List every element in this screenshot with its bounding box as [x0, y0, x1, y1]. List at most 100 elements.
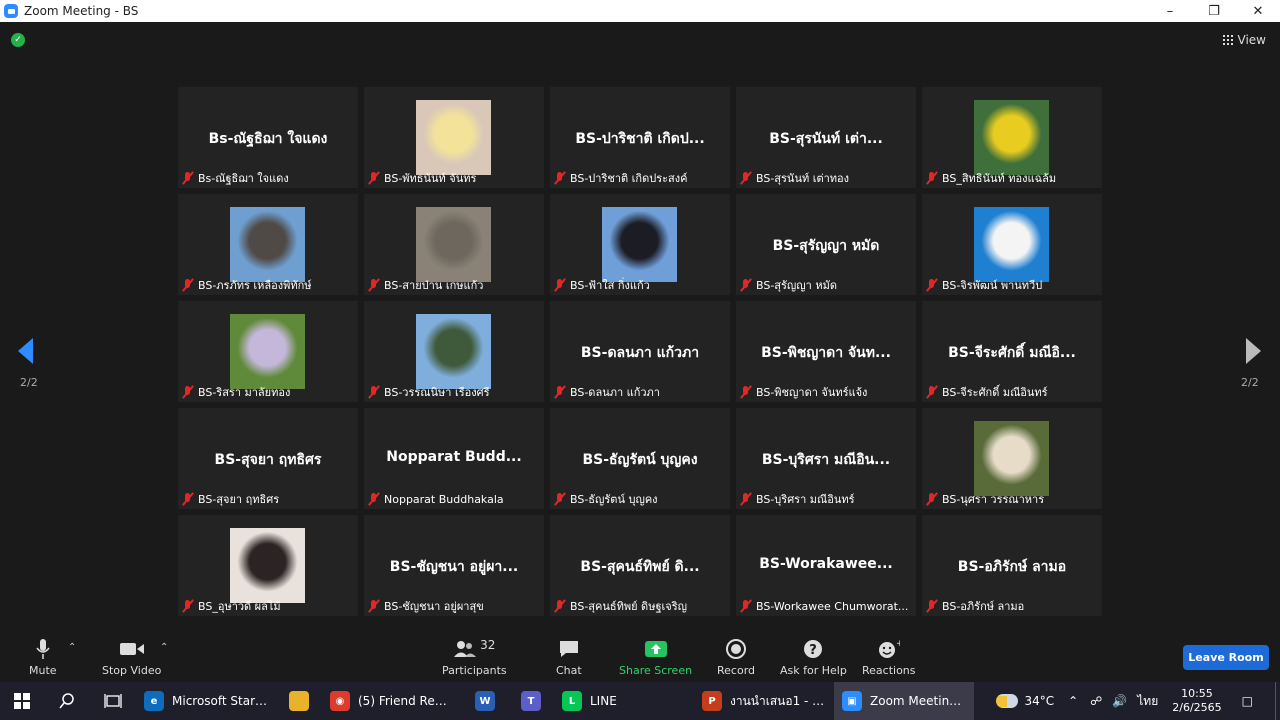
clock-time: 10:55: [1181, 687, 1213, 700]
input-language[interactable]: ไทย: [1137, 692, 1158, 711]
temperature[interactable]: 34°C: [1024, 694, 1054, 708]
participant-tile[interactable]: BS-อภิรักษ์ ลามอ BS-อภิรักษ์ ลามอ: [922, 515, 1102, 616]
taskbar-app[interactable]: T: [508, 682, 554, 720]
record-button[interactable]: Record: [717, 638, 755, 677]
participant-name: BS-สุคนธ์ทิพย์ ดิษฐเจริญ: [570, 600, 688, 613]
participant-tile[interactable]: BS-ดลนภา แก้วภา BS-ดลนภา แก้วภา: [550, 301, 730, 402]
participant-video-thumbnail: [602, 207, 677, 282]
taskbar-app[interactable]: P งานนำเสนอ1 - Pow...: [694, 682, 834, 720]
participants-button[interactable]: 32 Participants: [442, 638, 507, 677]
show-desktop-button[interactable]: [1275, 682, 1280, 720]
muted-mic-icon: [739, 599, 753, 613]
participant-tile[interactable]: BS-สุจยา ฤทธิศร BS-สุจยา ฤทธิศร: [178, 408, 358, 509]
start-button[interactable]: [0, 682, 44, 720]
close-button[interactable]: ✕: [1236, 0, 1280, 22]
view-button[interactable]: View: [1222, 33, 1266, 47]
participant-tile[interactable]: BS-จีระศักดิ์ มณีอิ... BS-จีระศักดิ์ มณีอ…: [922, 301, 1102, 402]
participant-name: BS-ริสรา มาลัยทอง: [198, 386, 291, 399]
mute-button[interactable]: Mute: [29, 638, 57, 677]
participant-video-thumbnail: [974, 421, 1049, 496]
participant-tile[interactable]: BS_สิทธินันท์ ทองแฉล้ม: [922, 87, 1102, 188]
next-page-button[interactable]: 2/2: [1241, 338, 1261, 389]
network-icon[interactable]: ☍: [1090, 694, 1102, 708]
reactions-button[interactable]: + Reactions: [862, 638, 916, 677]
clock-date: 2/6/2565: [1172, 701, 1222, 714]
participant-name-label: BS-พิชญาดา จันทร์แจ้ง: [739, 384, 913, 400]
participant-video-thumbnail: [974, 207, 1049, 282]
muted-mic-icon: [739, 492, 753, 506]
record-icon: [726, 638, 746, 660]
app-title: Zoom Meeting - ...: [870, 694, 966, 708]
participant-tile[interactable]: BS-ฟ้าใส กิ่งแก้ว: [550, 194, 730, 295]
participant-tile[interactable]: BS-ชัญชนา อยู่ผา... BS-ชัญชนา อยู่ผาสุข: [364, 515, 544, 616]
participant-name-label: BS-วรรณนิษา เรืองศรี: [367, 384, 541, 400]
chat-button[interactable]: Chat: [556, 638, 582, 677]
participant-name-label: BS-จีระศักดิ์ มณีอินทร์: [925, 384, 1099, 400]
muted-mic-icon: [181, 492, 195, 506]
ask-for-help-label: Ask for Help: [780, 664, 847, 677]
task-view-button[interactable]: [90, 682, 136, 720]
search-button[interactable]: [44, 682, 90, 720]
participant-name-label: BS-บุริศรา มณีอินทร์: [739, 491, 913, 507]
participant-display-name: BS-ชัญชนา อยู่ผา...: [389, 559, 519, 575]
taskbar-app[interactable]: L LINE: [554, 682, 694, 720]
taskbar-app[interactable]: W: [462, 682, 508, 720]
stop-video-button[interactable]: Stop Video: [102, 638, 161, 677]
participant-tile[interactable]: BS-จิรพัฒน์ พานทวีป: [922, 194, 1102, 295]
muted-mic-icon: [367, 171, 381, 185]
participant-tile[interactable]: BS-ปาริชาติ เกิดป... BS-ปาริชาติ เกิดประส…: [550, 87, 730, 188]
prev-page-button[interactable]: 2/2: [18, 338, 38, 389]
participant-tile[interactable]: BS-บุริศรา มณีอิน... BS-บุริศรา มณีอินทร์: [736, 408, 916, 509]
participant-tile[interactable]: BS_อุษาวดี ผลไม้: [178, 515, 358, 616]
participant-tile[interactable]: BS-สายป่าน เกษแก้ว: [364, 194, 544, 295]
participant-name: BS-Workawee Chumworat...: [756, 599, 909, 613]
participant-gallery: Bs-ณัฐธิฌา ใจแดง Bs-ณัฐธิฌา ใจแดง BS-พัทธน…: [178, 87, 1102, 616]
participant-tile[interactable]: BS-พัทธนันท์ จันทร: [364, 87, 544, 188]
participant-name-label: BS-ธัญรัตน์ บุญคง: [553, 491, 727, 507]
participant-name-label: BS-ดลนภา แก้วภา: [553, 384, 727, 400]
participant-tile[interactable]: BS-วรรณนิษา เรืองศรี: [364, 301, 544, 402]
volume-icon[interactable]: 🔊: [1112, 694, 1127, 708]
weather-icon[interactable]: [996, 694, 1019, 708]
muted-mic-icon: [367, 599, 381, 613]
participant-tile[interactable]: BS-สุคนธ์ทิพย์ ดิ... BS-สุคนธ์ทิพย์ ดิษฐเ…: [550, 515, 730, 616]
audio-options-caret-icon[interactable]: ⌃: [68, 642, 76, 653]
participant-tile[interactable]: BS-พิชญาดา จันท... BS-พิชญาดา จันทร์แจ้ง: [736, 301, 916, 402]
participant-name: BS-จีระศักดิ์ มณีอินทร์: [942, 386, 1048, 399]
reactions-label: Reactions: [862, 664, 916, 677]
clock[interactable]: 10:55 2/6/2565: [1172, 687, 1221, 715]
tray-overflow-chevron-icon[interactable]: ⌃: [1068, 694, 1078, 708]
muted-mic-icon: [367, 385, 381, 399]
app-icon: ▣: [842, 691, 862, 711]
participant-tile[interactable]: BS-นุศรา วรรณาหาร: [922, 408, 1102, 509]
participant-tile[interactable]: Bs-ณัฐธิฌา ใจแดง Bs-ณัฐธิฌา ใจแดง: [178, 87, 358, 188]
video-options-caret-icon[interactable]: ⌃: [160, 642, 168, 653]
encryption-shield-icon[interactable]: ✓: [11, 33, 25, 47]
restore-button[interactable]: ❐: [1192, 0, 1236, 22]
taskbar-app[interactable]: [276, 682, 322, 720]
participant-tile[interactable]: BS-ธัญรัตน์ บุญคง BS-ธัญรัตน์ บุญคง: [550, 408, 730, 509]
participant-tile[interactable]: BS-Worakawee... BS-Workawee Chumworat...: [736, 515, 916, 616]
app-icon: T: [521, 691, 541, 711]
chat-label: Chat: [556, 664, 582, 677]
participant-tile[interactable]: Nopparat Budd... Nopparat Buddhakala: [364, 408, 544, 509]
notification-center-icon[interactable]: □: [1242, 694, 1253, 708]
taskbar-app[interactable]: ◉ (5) Friend Reques...: [322, 682, 462, 720]
minimize-button[interactable]: –: [1148, 0, 1192, 22]
participant-tile[interactable]: BS-สุรัญญา หมัด BS-สุรัญญา หมัด: [736, 194, 916, 295]
share-screen-button[interactable]: Share Screen: [619, 638, 692, 677]
participant-tile[interactable]: BS-ภรภัทร เหลืองพิทักษ์: [178, 194, 358, 295]
muted-mic-icon: [925, 171, 939, 185]
muted-mic-icon: [367, 278, 381, 292]
taskbar-app[interactable]: ▣ Zoom Meeting - ...: [834, 682, 974, 720]
participant-tile[interactable]: BS-สุรนันท์ เต่า... BS-สุรนันท์ เต่าทอง: [736, 87, 916, 188]
taskbar-app[interactable]: e Microsoft Start แล...: [136, 682, 276, 720]
participant-name-label: BS_สิทธินันท์ ทองแฉล้ม: [925, 170, 1099, 186]
leave-room-button[interactable]: Leave Room: [1183, 645, 1269, 670]
participant-video-thumbnail: [230, 207, 305, 282]
ask-for-help-button[interactable]: ? Ask for Help: [780, 638, 847, 677]
participant-video-thumbnail: [974, 100, 1049, 175]
participant-tile[interactable]: BS-ริสรา มาลัยทอง: [178, 301, 358, 402]
muted-mic-icon: [739, 278, 753, 292]
page-indicator-right: 2/2: [1241, 376, 1259, 389]
